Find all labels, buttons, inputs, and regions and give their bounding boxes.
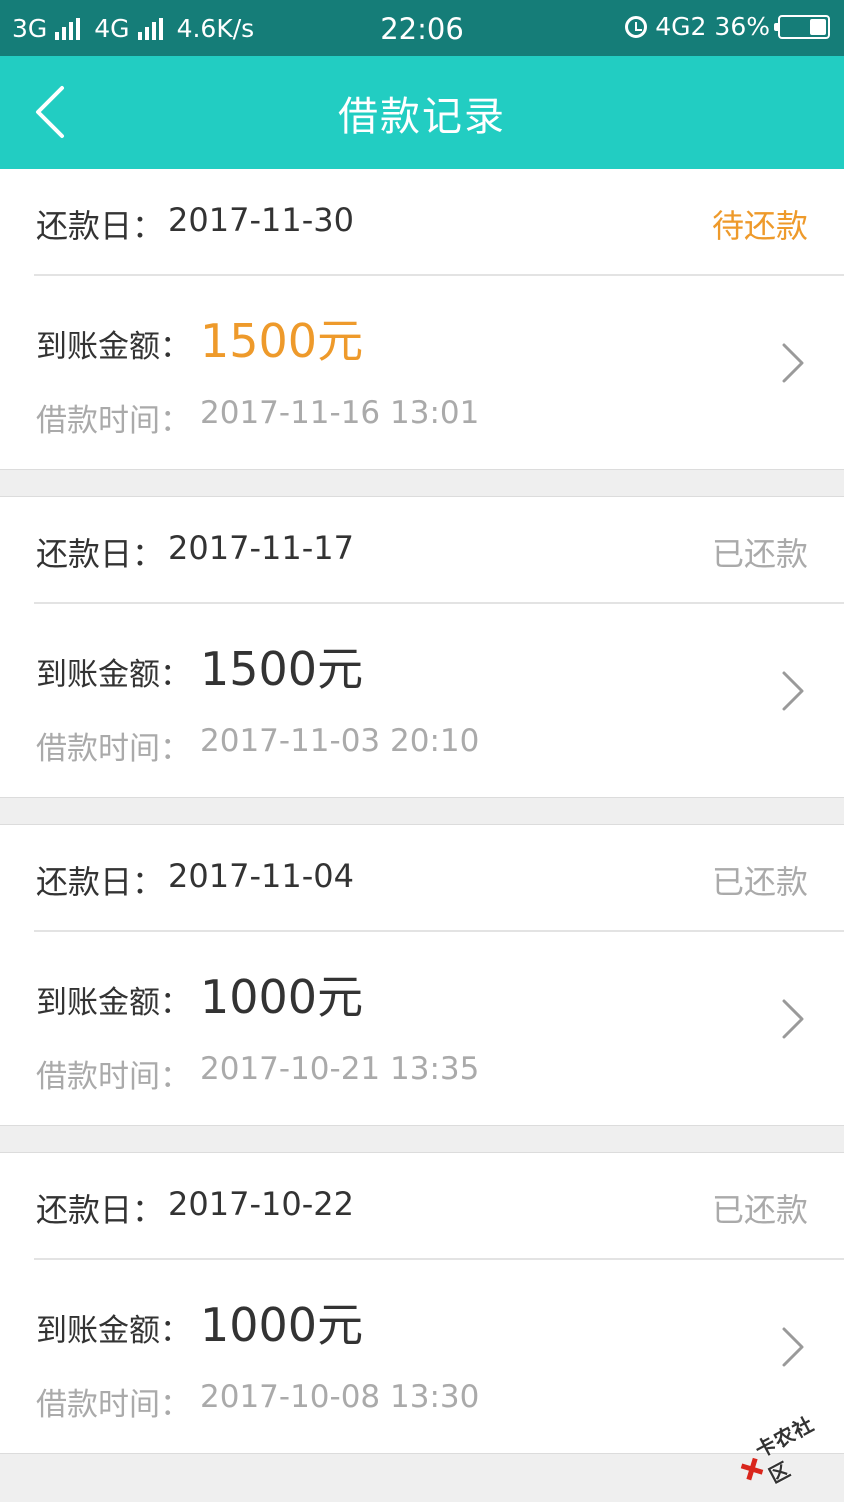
due-label: 还款日： xyxy=(36,535,165,573)
amount-value: 1500元 xyxy=(200,642,364,696)
loan-time-value: 2017-10-08 13:30 xyxy=(200,1379,480,1415)
due-row: 还款日： 2017-11-17 已还款 xyxy=(0,497,844,602)
due-row: 还款日： 2017-11-30 待还款 xyxy=(0,169,844,274)
due-date: 2017-11-17 xyxy=(168,529,354,567)
amount-label: 到账金额： xyxy=(36,329,191,365)
loan-record-card[interactable]: 还款日： 2017-11-04 已还款 到账金额： 1000元 借款时间： 20… xyxy=(0,824,844,1126)
amount-label: 到账金额： xyxy=(36,1313,191,1349)
page-title: 借款记录 xyxy=(338,94,506,140)
loan-time-label: 借款时间： xyxy=(36,403,191,439)
status-right: 4G2 36% xyxy=(625,12,830,41)
due-row: 还款日： 2017-10-22 已还款 xyxy=(0,1153,844,1258)
status-badge: 已还款 xyxy=(711,535,808,573)
status-badge: 已还款 xyxy=(711,863,808,901)
battery-fill xyxy=(810,18,826,35)
due-date: 2017-11-04 xyxy=(168,857,354,895)
amount-label: 到账金额： xyxy=(36,657,191,693)
loan-time-value: 2017-11-16 13:01 xyxy=(200,395,480,431)
amount-label: 到账金额： xyxy=(36,985,191,1021)
chevron-right-icon[interactable] xyxy=(778,669,808,713)
chevron-right-icon[interactable] xyxy=(778,997,808,1041)
loan-time-value: 2017-11-03 20:10 xyxy=(200,723,480,759)
chevron-right-icon[interactable] xyxy=(778,341,808,385)
status-badge: 已还款 xyxy=(711,1191,808,1229)
divider xyxy=(34,602,844,604)
nav-bar: 借款记录 xyxy=(0,56,844,169)
divider xyxy=(34,274,844,276)
loan-time-label: 借款时间： xyxy=(36,1059,191,1095)
alarm-icon xyxy=(625,15,648,38)
due-label: 还款日： xyxy=(36,207,165,245)
status-badge: 待还款 xyxy=(711,207,808,245)
battery-icon xyxy=(774,14,830,39)
due-label: 还款日： xyxy=(36,863,165,901)
status-bar: 3G 4G 4.6K/s 22:06 4G2 36% xyxy=(0,0,844,56)
divider xyxy=(34,930,844,932)
battery-percent: 36% xyxy=(714,12,770,41)
due-date: 2017-11-30 xyxy=(168,201,354,239)
loan-record-card[interactable]: 还款日： 2017-11-30 待还款 到账金额： 1500元 借款时间： 20… xyxy=(0,169,844,470)
network-label-3: 4G2 xyxy=(655,12,707,41)
loan-record-list: 还款日： 2017-11-30 待还款 到账金额： 1500元 借款时间： 20… xyxy=(0,169,844,1480)
due-label: 还款日： xyxy=(36,1191,165,1229)
loan-time-label: 借款时间： xyxy=(36,1387,191,1423)
amount-value: 1000元 xyxy=(200,970,364,1024)
divider xyxy=(34,1258,844,1260)
due-row: 还款日： 2017-11-04 已还款 xyxy=(0,825,844,930)
due-date: 2017-10-22 xyxy=(168,1185,354,1223)
loan-time-label: 借款时间： xyxy=(36,731,191,767)
loan-time-value: 2017-10-21 13:35 xyxy=(200,1051,480,1087)
loan-record-card[interactable]: 还款日： 2017-10-22 已还款 到账金额： 1000元 借款时间： 20… xyxy=(0,1152,844,1454)
loan-record-card[interactable]: 还款日： 2017-11-17 已还款 到账金额： 1500元 借款时间： 20… xyxy=(0,496,844,798)
amount-value: 1000元 xyxy=(200,1298,364,1352)
amount-value: 1500元 xyxy=(200,314,364,368)
chevron-right-icon[interactable] xyxy=(778,1325,808,1369)
